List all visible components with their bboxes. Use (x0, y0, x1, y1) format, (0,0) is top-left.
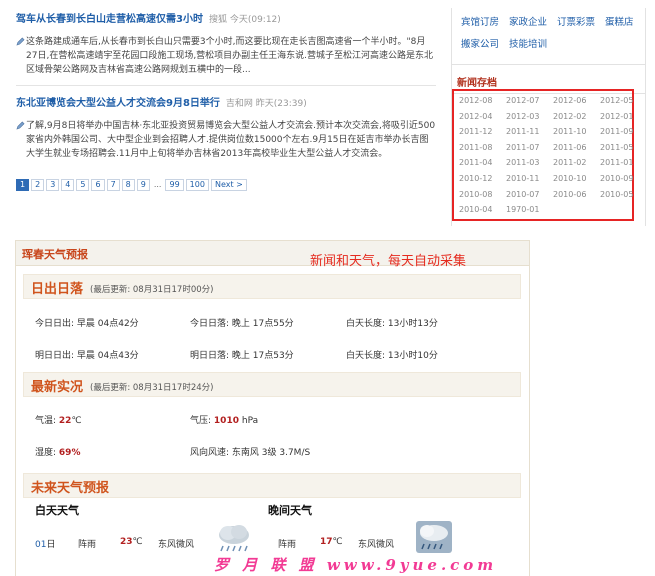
news-source: 搜狐 今天(09:12) (208, 15, 281, 25)
rain-cloud-icon (219, 525, 249, 552)
archive-month-link[interactable]: 2011-10 (553, 124, 600, 140)
last-updated: (最后更新: 08月31日17时24分) (90, 383, 214, 393)
news-summary: 了解,9月8日将举办中国吉林·东北亚投资贸易博览会大型公益人才交流会.预计本次交… (16, 119, 436, 161)
rain-cloud-icon (416, 521, 452, 553)
today-daylength: 白天长度: 13小时13分 (346, 319, 438, 329)
archive-month-link[interactable]: 2010-12 (459, 171, 506, 187)
archive-highlight-box: 2012-08 2012-07 2012-06 2012-05 2012-04 2012-… (452, 89, 634, 221)
night-weather-label: 晚间天气 (268, 504, 312, 517)
forecast-date: 01日 (35, 540, 56, 550)
day-temperature: 23℃ (120, 537, 143, 547)
page-link-current[interactable]: 1 (16, 179, 30, 191)
page-link[interactable]: 5 (76, 179, 90, 191)
day-weather-label: 白天天气 (35, 504, 79, 517)
archive-month-link[interactable]: 2011-08 (459, 140, 506, 156)
archive-month-link[interactable]: 2011-03 (506, 155, 553, 171)
archive-month-grid: 2012-08 2012-07 2012-06 2012-05 2012-04 2012-… (459, 93, 640, 218)
wind: 风向风速: 东南风 3级 3.7M/S (190, 448, 311, 458)
archive-month-link[interactable]: 2010-04 (459, 202, 506, 218)
category-link[interactable]: 家政企业 (509, 14, 547, 28)
archive-month-link[interactable]: 2011-07 (506, 140, 553, 156)
page-link[interactable]: 99 (165, 179, 184, 191)
tomorrow-sunset: 明日日落: 晚上 17点53分 (190, 351, 294, 361)
forecast-section-title: 未来天气预报 (31, 481, 110, 496)
page-link[interactable]: 2 (31, 179, 45, 191)
archive-month-link[interactable]: 2010-08 (459, 187, 506, 203)
archive-month-link[interactable]: 2012-06 (553, 93, 600, 109)
archive-month-link[interactable]: 2011-02 (553, 155, 600, 171)
news-title-link[interactable]: 驾车从长春到长白山走营松高速仅需3小时 搜狐 今天(09:12) (16, 10, 436, 25)
page-link[interactable]: 8 (121, 179, 135, 191)
night-condition: 阵雨 (278, 540, 297, 550)
page-link[interactable]: 4 (61, 179, 75, 191)
night-temperature: 17℃ (320, 537, 343, 547)
category-link[interactable]: 技能培训 (509, 36, 547, 50)
page-link[interactable]: 9 (136, 179, 150, 191)
tomorrow-daylength: 白天长度: 13小时10分 (346, 351, 438, 361)
category-links: 宾馆订房 家政企业 订票彩票 蛋糕店 搬家公司 技能培训 (452, 8, 645, 50)
divider (16, 85, 436, 86)
tomorrow-sunrise: 明日日出: 早晨 04点43分 (35, 351, 139, 361)
forecast-section-header: 未来天气预报 (23, 473, 521, 498)
sunrise-section-header: 日出日落 (最后更新: 08月31日17时00分) (23, 274, 521, 299)
archive-month-link[interactable]: 2011-01 (600, 155, 640, 171)
archive-month-link[interactable]: 2010-09 (600, 171, 640, 187)
annotation-caption: 新闻和天气，每天自动采集 (310, 254, 467, 269)
news-item: 东北亚博览会大型公益人才交流会9月8日举行 吉和网 昨天(23:39) 了解,9月… (16, 94, 436, 161)
pencil-icon (16, 121, 25, 130)
archive-month-link[interactable]: 2011-04 (459, 155, 506, 171)
humidity: 湿度: 69% (35, 448, 81, 458)
archive-month-link[interactable]: 1970-01 (506, 202, 553, 218)
archive-month-link[interactable]: 2012-02 (553, 109, 600, 125)
page-link[interactable]: 3 (46, 179, 60, 191)
category-link[interactable]: 订票彩票 (557, 14, 595, 28)
current-section-title: 最新实况 (31, 380, 84, 395)
archive-month-link[interactable]: 2011-11 (506, 124, 553, 140)
archive-month-link[interactable]: 2010-07 (506, 187, 553, 203)
archive-month-link[interactable]: 2010-11 (506, 171, 553, 187)
category-link[interactable]: 搬家公司 (461, 36, 499, 50)
page-ellipsis: ... (153, 180, 162, 189)
archive-month-link[interactable]: 2011-12 (459, 124, 506, 140)
weather-title: 珲春天气预报 (22, 248, 88, 261)
archive-month-link[interactable]: 2012-01 (600, 109, 640, 125)
archive-month-link[interactable]: 2011-09 (600, 124, 640, 140)
temperature: 气温: 22℃ (35, 416, 82, 426)
archive-month-link[interactable]: 2012-07 (506, 93, 553, 109)
day-wind: 东风微风 (158, 540, 195, 550)
pencil-icon (16, 37, 25, 46)
category-link[interactable]: 宾馆订房 (461, 14, 499, 28)
pagination: 1 2 3 4 5 6 7 8 9 ... 99 100 Next > (16, 179, 247, 191)
pressure: 气压: 1010 hPa (190, 416, 259, 426)
news-source: 吉和网 昨天(23:39) (225, 99, 307, 109)
archive-month-link[interactable]: 2010-05 (600, 187, 640, 203)
page-link[interactable]: 7 (106, 179, 120, 191)
news-title-link[interactable]: 东北亚博览会大型公益人才交流会9月8日举行 吉和网 昨天(23:39) (16, 94, 436, 109)
page-link[interactable]: 6 (91, 179, 105, 191)
sunrise-section-title: 日出日落 (31, 282, 84, 297)
archive-title: 新闻存档 (457, 78, 497, 89)
archive-month-link[interactable]: 2012-05 (600, 93, 640, 109)
news-list: 驾车从长春到长白山走营松高速仅需3小时 搜狐 今天(09:12) 这条路建成通车后… (16, 10, 436, 161)
news-item: 驾车从长春到长白山走营松高速仅需3小时 搜狐 今天(09:12) 这条路建成通车后… (16, 10, 436, 77)
last-updated: (最后更新: 08月31日17时00分) (90, 285, 214, 295)
archive-month-link[interactable]: 2012-04 (459, 109, 506, 125)
archive-month-link[interactable]: 2010-10 (553, 171, 600, 187)
archive-month-link[interactable]: 2011-06 (553, 140, 600, 156)
page-link[interactable]: 100 (185, 179, 209, 191)
archive-month-link[interactable]: 2012-08 (459, 93, 506, 109)
current-section-header: 最新实况 (最后更新: 08月31日17时24分) (23, 372, 521, 397)
category-link[interactable]: 蛋糕店 (605, 14, 634, 28)
next-page-button[interactable]: Next > (210, 179, 247, 191)
day-condition: 阵雨 (78, 540, 97, 550)
news-summary: 这条路建成通车后,从长春市到长白山只需要3个小时,而这要比现在走长吉图高速省一个… (16, 35, 436, 77)
today-sunset: 今日日落: 晚上 17点55分 (190, 319, 294, 329)
site-watermark: 罗 月 联 盟 www.9yue.com (214, 556, 498, 574)
night-wind: 东风微风 (358, 540, 395, 550)
archive-month-link[interactable]: 2011-05 (600, 140, 640, 156)
today-sunrise: 今日日出: 早晨 04点42分 (35, 319, 139, 329)
archive-month-link[interactable]: 2010-06 (553, 187, 600, 203)
archive-month-link[interactable]: 2012-03 (506, 109, 553, 125)
